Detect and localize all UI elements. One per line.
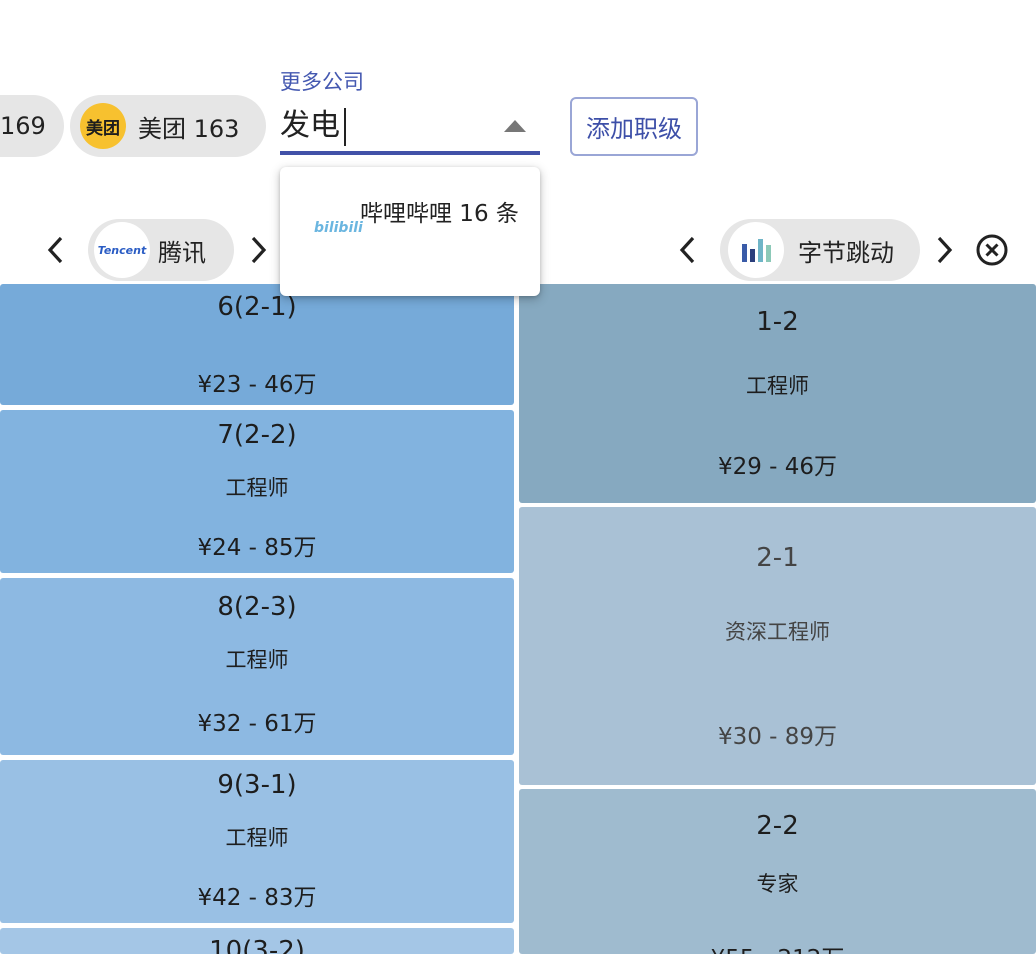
text-caret <box>344 108 346 146</box>
level-title: 专家 <box>756 872 799 896</box>
salary-range: ¥23 - 46万 <box>197 372 317 398</box>
company-chip-meituan[interactable]: 美团 美团 163 <box>70 95 266 157</box>
company-dropdown-menu: bilibili 哔哩哔哩 16 条 <box>280 167 540 296</box>
company-chip-tencent[interactable]: Tencent 腾讯 <box>88 219 234 281</box>
level-title: 工程师 <box>225 826 289 850</box>
level-title: 工程师 <box>746 374 809 398</box>
level-cell[interactable]: 9(3-1) 工程师 ¥42 - 83万 <box>0 760 514 923</box>
level-cell[interactable]: 10(3-2) <box>0 928 514 954</box>
level-code: 10(3-2) <box>209 936 305 954</box>
salary-range: ¥29 - 46万 <box>717 454 838 480</box>
level-cell[interactable]: 2-1 资深工程师 ¥30 - 89万 <box>519 507 1036 785</box>
bilibili-logo: bilibili <box>314 220 363 236</box>
company-name: 腾讯 <box>158 238 206 267</box>
tencent-logo: Tencent <box>94 222 150 278</box>
more-companies-label: 更多公司 <box>280 70 364 94</box>
more-companies-input[interactable] <box>280 104 485 139</box>
level-title: 资深工程师 <box>725 620 830 644</box>
level-code: 2-2 <box>756 811 799 841</box>
level-cell[interactable]: 6(2-1) ¥23 - 46万 <box>0 284 514 405</box>
input-underline <box>280 151 540 155</box>
level-cell[interactable]: 2-2 专家 ¥55 - 212万 <box>519 789 1036 954</box>
company-chip-label: 169 <box>0 112 46 140</box>
company-name: 字节跳动 <box>798 238 894 267</box>
arrow-drop-up-icon[interactable] <box>504 120 526 132</box>
level-code: 7(2-2) <box>217 420 297 450</box>
meituan-logo: 美团 <box>80 103 126 149</box>
chevron-left-icon[interactable] <box>673 230 703 270</box>
level-cell[interactable]: 1-2 工程师 ¥29 - 46万 <box>519 284 1036 503</box>
chevron-right-icon[interactable] <box>929 230 959 270</box>
level-code: 6(2-1) <box>217 292 297 322</box>
level-cell[interactable]: 8(2-3) 工程师 ¥32 - 61万 <box>0 578 514 755</box>
close-circle-icon[interactable] <box>975 233 1009 267</box>
level-title: 工程师 <box>225 648 289 672</box>
salary-range: ¥42 - 83万 <box>197 885 317 911</box>
level-title: 工程师 <box>225 476 289 500</box>
company-chip-bytedance[interactable]: 字节跳动 <box>720 219 920 281</box>
chevron-left-icon[interactable] <box>41 230 71 270</box>
level-code: 8(2-3) <box>217 592 297 622</box>
add-level-button[interactable]: 添加职级 <box>570 97 698 156</box>
bar-chart-logo-icon <box>728 222 784 278</box>
salary-range: ¥55 - 212万 <box>519 939 1036 954</box>
level-code: 1-2 <box>756 307 799 337</box>
salary-range: ¥24 - 85万 <box>197 535 317 561</box>
chevron-right-icon[interactable] <box>243 230 273 270</box>
level-code: 9(3-1) <box>217 770 297 800</box>
level-cell[interactable]: 7(2-2) 工程师 ¥24 - 85万 <box>0 410 514 573</box>
salary-range: ¥32 - 61万 <box>197 711 317 737</box>
level-code: 2-1 <box>756 543 799 573</box>
company-chip-label: 美团 163 <box>138 114 240 143</box>
dropdown-option[interactable]: 哔哩哔哩 16 条 <box>360 195 520 233</box>
company-chip-previous[interactable]: 169 <box>0 95 64 157</box>
salary-range: ¥30 - 89万 <box>717 724 838 750</box>
